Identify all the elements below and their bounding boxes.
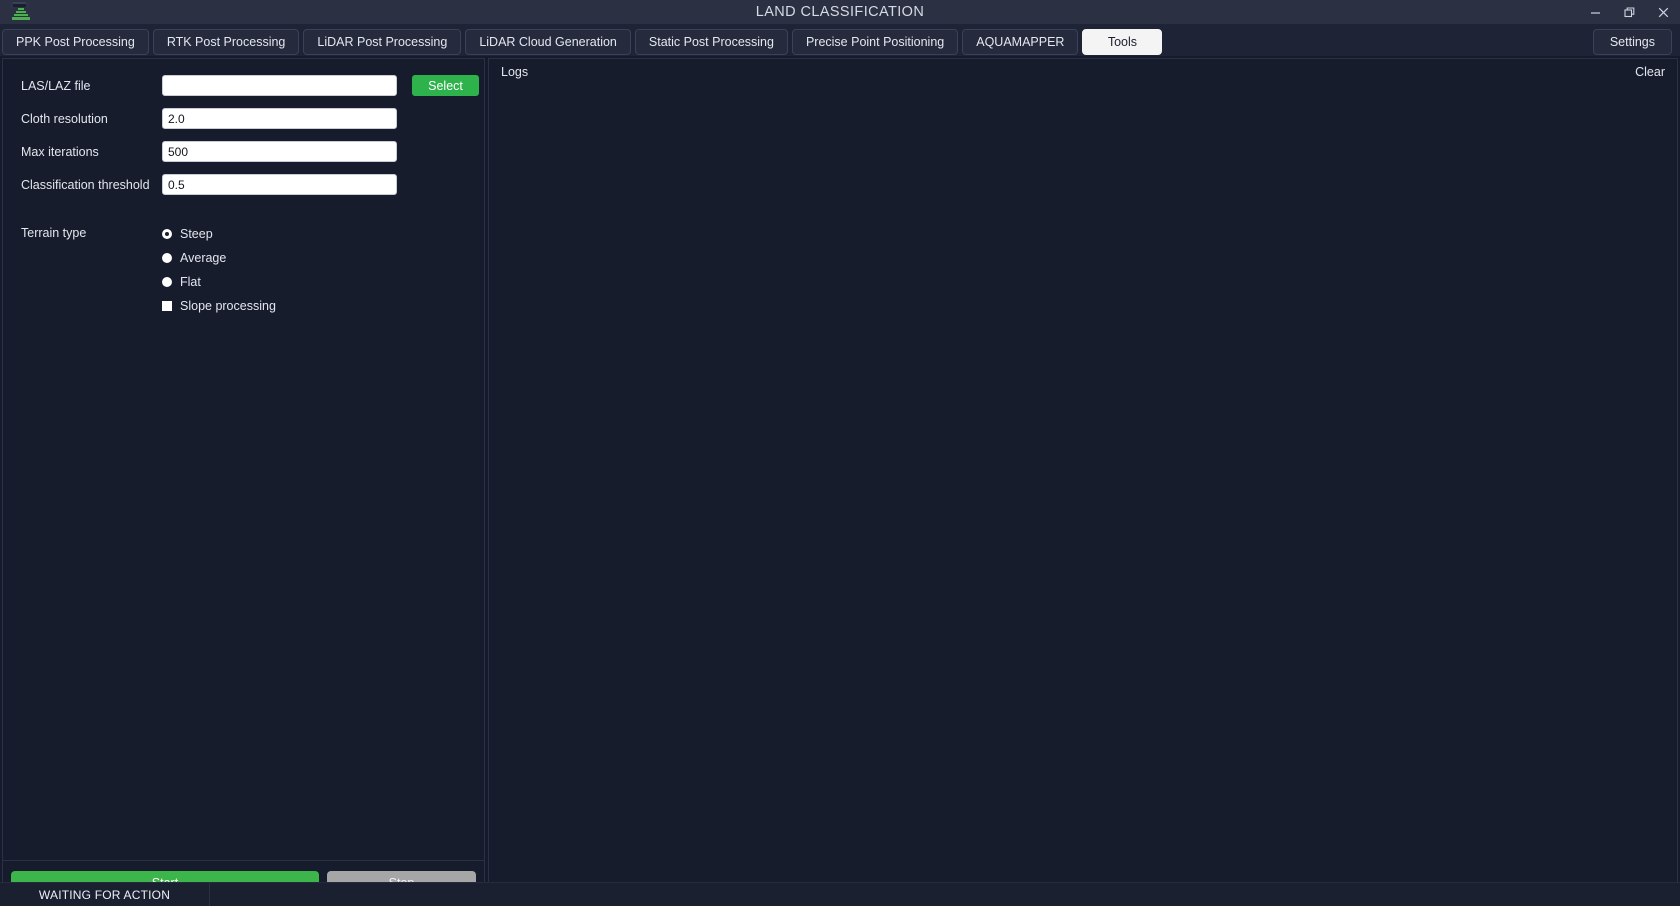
select-file-button[interactable]: Select [412, 75, 479, 96]
las-laz-file-label: LAS/LAZ file [21, 78, 91, 93]
content-area: LAS/LAZ file Select Cloth resolution Max… [0, 56, 1680, 906]
pyramid-logo-icon [8, 1, 34, 23]
logs-title: Logs [501, 65, 529, 79]
title-bar: LAND CLASSIFICATION [0, 0, 1680, 24]
classification-threshold-input[interactable] [162, 174, 397, 195]
clear-logs-button[interactable]: Clear [1635, 65, 1665, 79]
radio-icon-steep[interactable] [162, 229, 172, 239]
checkbox-option-slope-processing[interactable]: Slope processing [162, 294, 276, 318]
tab-rtk-post-processing[interactable]: RTK Post Processing [152, 29, 300, 55]
terrain-type-label: Terrain type [21, 226, 87, 240]
settings-button[interactable]: Settings [1592, 29, 1672, 55]
land-classification-form-panel: LAS/LAZ file Select Cloth resolution Max… [2, 58, 485, 906]
radio-label-average: Average [180, 251, 227, 265]
logs-header: Logs Clear [489, 59, 1677, 83]
cloth-resolution-label: Cloth resolution [21, 111, 108, 126]
las-laz-file-row: LAS/LAZ file Select [3, 69, 484, 102]
main-tab-bar: PPK Post Processing RTK Post Processing … [0, 24, 1680, 56]
radio-option-flat[interactable]: Flat [162, 270, 276, 294]
status-bar: WAITING FOR ACTION [0, 882, 1680, 906]
tab-lidar-cloud-generation[interactable]: LiDAR Cloud Generation [465, 29, 631, 55]
radio-icon-average[interactable] [162, 253, 172, 263]
max-iterations-label: Max iterations [21, 144, 99, 159]
radio-label-steep: Steep [180, 227, 213, 241]
tab-aquamapper[interactable]: AQUAMAPPER [962, 29, 1079, 55]
radio-option-steep[interactable]: Steep [162, 222, 276, 246]
tab-ppk-post-processing[interactable]: PPK Post Processing [2, 29, 149, 55]
page-title: LAND CLASSIFICATION [755, 4, 925, 20]
cloth-resolution-input[interactable] [162, 108, 397, 129]
checkbox-icon-slope-processing[interactable] [162, 301, 172, 311]
window-controls [1578, 0, 1680, 24]
radio-option-average[interactable]: Average [162, 246, 276, 270]
cloth-resolution-row: Cloth resolution [3, 102, 484, 135]
checkbox-label-slope-processing: Slope processing [180, 299, 276, 313]
form-area: LAS/LAZ file Select Cloth resolution Max… [3, 59, 484, 861]
classification-threshold-row: Classification threshold [3, 168, 484, 201]
close-icon[interactable] [1646, 0, 1680, 24]
max-iterations-input[interactable] [162, 141, 397, 162]
status-badge: WAITING FOR ACTION [0, 883, 210, 906]
logs-panel: Logs Clear [488, 58, 1678, 906]
restore-icon[interactable] [1612, 0, 1646, 24]
tab-tools[interactable]: Tools [1082, 29, 1163, 55]
radio-icon-flat[interactable] [162, 277, 172, 287]
radio-label-flat: Flat [180, 275, 201, 289]
terrain-type-group: Terrain type Steep Average Flat Slope pr… [3, 222, 484, 318]
las-laz-file-input[interactable] [162, 75, 397, 96]
tab-lidar-post-processing[interactable]: LiDAR Post Processing [303, 29, 462, 55]
classification-threshold-label: Classification threshold [21, 177, 150, 192]
logs-output[interactable] [489, 83, 1677, 905]
minimize-icon[interactable] [1578, 0, 1612, 24]
max-iterations-row: Max iterations [3, 135, 484, 168]
tab-precise-point-positioning[interactable]: Precise Point Positioning [791, 29, 959, 55]
tab-static-post-processing[interactable]: Static Post Processing [634, 29, 788, 55]
